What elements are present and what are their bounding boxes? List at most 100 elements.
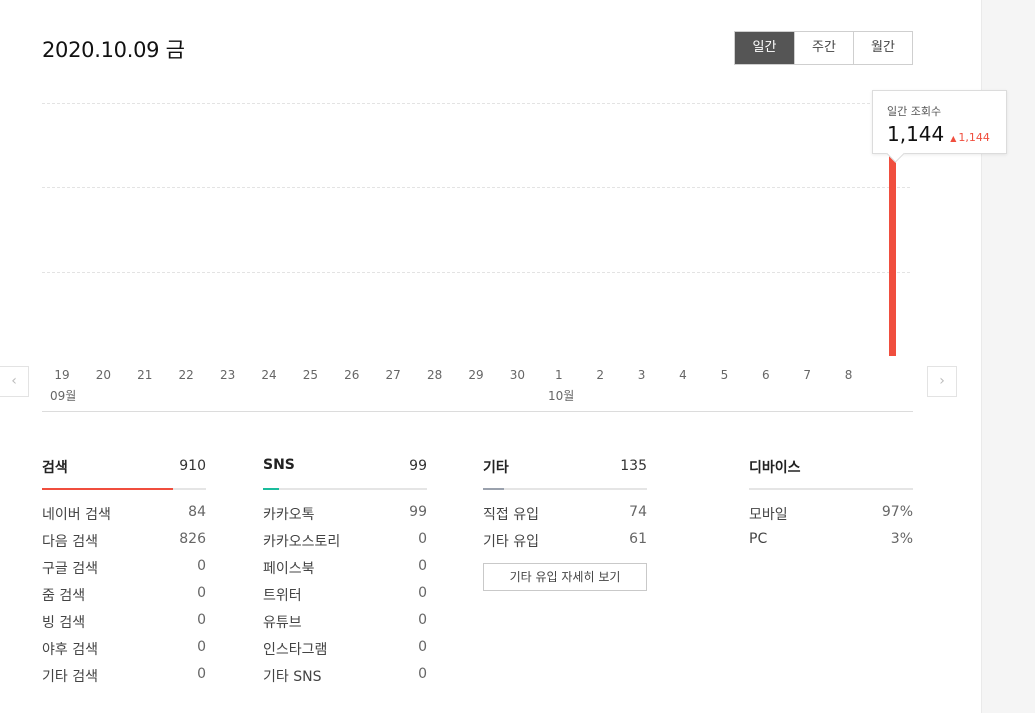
device-stats: 디바이스 모바일 97% PC 3% (749, 454, 913, 558)
list-item-value: 74 (629, 504, 647, 520)
list-item-value: 61 (629, 531, 647, 547)
list-item-value: 0 (197, 612, 206, 628)
list-item: 기타 SNS 0 (263, 666, 427, 693)
page-title: 2020.10.09 금 (42, 38, 185, 62)
list-item-label: 카카오스토리 (263, 534, 341, 550)
list-item-label: 유튜브 (263, 615, 302, 631)
list-item-label: 모바일 (749, 507, 788, 523)
x-tick-label: 6 (761, 368, 770, 382)
x-tick-label: 22 (178, 368, 194, 382)
search-title: 검색 (42, 460, 68, 476)
list-item: 카카오톡 99 (263, 504, 427, 531)
sns-title: SNS (263, 457, 295, 473)
chart-next-button[interactable]: › (927, 366, 957, 397)
list-item-value: 0 (418, 531, 427, 547)
tab-daily[interactable]: 일간 (735, 32, 794, 64)
etc-list: 직접 유입 74 기타 유입 61 (483, 504, 647, 558)
tooltip-label: 일간 조회수 (887, 105, 942, 118)
list-item-value: 0 (418, 558, 427, 574)
list-item: 네이버 검색 84 (42, 504, 206, 531)
list-item-label: 네이버 검색 (42, 507, 111, 523)
device-title: 디바이스 (749, 460, 801, 476)
list-item-label: 줌 검색 (42, 588, 86, 604)
list-item-label: 빙 검색 (42, 615, 86, 631)
list-item-value: 0 (418, 666, 427, 682)
list-item: 페이스북 0 (263, 558, 427, 585)
x-tick-label: 2 (596, 368, 604, 382)
x-tick-label: 24 (261, 368, 277, 382)
views-chart (42, 90, 910, 360)
views-tooltip: 일간 조회수 1,144 ▲ 1,144 (872, 90, 1007, 154)
x-tick-label: 21 (137, 368, 153, 382)
list-item-value: 0 (418, 612, 427, 628)
x-tick-label: 28 (426, 368, 443, 382)
x-axis-line (42, 411, 913, 412)
list-item-value: 99 (409, 504, 427, 520)
list-item: 카카오스토리 0 (263, 531, 427, 558)
x-tick-label: 4 (679, 368, 687, 382)
x-tick-label: 26 (344, 368, 360, 382)
list-item-value: 0 (418, 639, 427, 655)
list-item: 줌 검색 0 (42, 585, 206, 612)
etc-share-bar (483, 488, 505, 490)
x-tick-label: 25 (302, 368, 319, 382)
list-item: 유튜브 0 (263, 612, 427, 639)
x-tick-label: 23 (219, 368, 236, 382)
tab-weekly[interactable]: 주간 (794, 32, 853, 64)
x-tick-label: 19 (54, 368, 70, 382)
list-item-label: 다음 검색 (42, 534, 98, 550)
x-tick-label: 29 (468, 368, 484, 382)
chart-gridline (42, 187, 910, 188)
list-item-label: 기타 검색 (42, 669, 98, 685)
tooltip-delta: ▲ 1,144 (950, 131, 990, 144)
list-item: PC 3% (749, 531, 913, 558)
period-tabs: 일간 주간 월간 (734, 31, 913, 65)
list-item: 직접 유입 74 (483, 504, 647, 531)
list-item-label: PC (749, 531, 768, 547)
tab-monthly[interactable]: 월간 (853, 32, 912, 64)
list-item-label: 기타 SNS (263, 669, 322, 685)
list-item-value: 826 (179, 531, 206, 547)
sns-share-bar (263, 488, 280, 490)
list-item: 구글 검색 0 (42, 558, 206, 585)
chart-gridline (42, 272, 910, 273)
month-label-sep: 09월 (50, 389, 77, 403)
list-item-label: 인스타그램 (263, 642, 328, 658)
list-item-value: 0 (197, 585, 206, 601)
list-item-label: 트위터 (263, 588, 302, 604)
search-total: 910 (179, 458, 206, 474)
list-item: 빙 검색 0 (42, 612, 206, 639)
tooltip-delta-value: 1,144 (958, 131, 990, 144)
x-tick-label: 1 (554, 368, 563, 382)
x-tick-label: 3 (637, 368, 646, 382)
sns-stats: SNS 99 카카오톡 99 카카오스토리 0 페이스북 0 트위터 0 유튜브 0 인스타그램 0 기… (263, 454, 427, 693)
x-tick-label: 20 (95, 368, 112, 382)
search-list: 네이버 검색 84 다음 검색 826 구글 검색 0 줌 검색 0 빙 검색 0 야후 검색 0 기타… (42, 504, 206, 693)
list-item: 다음 검색 826 (42, 531, 206, 558)
tooltip-value: 1,144 (887, 122, 945, 146)
list-item-value: 97% (881, 504, 913, 520)
list-item-value: 0 (197, 666, 206, 682)
etc-detail-button[interactable]: 기타 유입 자세히 보기 (483, 563, 647, 591)
list-item-value: 84 (188, 504, 206, 520)
x-tick-label: 27 (385, 368, 401, 382)
list-item-label: 직접 유입 (483, 507, 539, 523)
list-item-label: 페이스북 (263, 561, 315, 577)
list-item: 기타 유입 61 (483, 531, 647, 558)
x-tick-label: 8 (844, 368, 853, 382)
bar-segment-0[interactable] (889, 154, 896, 356)
list-item-label: 야후 검색 (42, 642, 98, 658)
list-item: 모바일 97% (749, 504, 913, 531)
list-item: 인스타그램 0 (263, 639, 427, 666)
search-share-bar (42, 488, 174, 490)
chart-gridline (42, 103, 910, 104)
list-item-value: 3% (890, 531, 913, 547)
list-item-value: 0 (197, 639, 206, 655)
etc-stats: 기타 135 직접 유입 74 기타 유입 61 기타 유입 자세히 보기 (483, 454, 647, 591)
list-item-label: 카카오톡 (263, 507, 315, 523)
list-item: 트위터 0 (263, 585, 427, 612)
list-item-value: 0 (418, 585, 427, 601)
sns-total: 99 (409, 458, 427, 474)
chart-prev-button[interactable]: ‹ (0, 366, 29, 397)
x-tick-label: 30 (509, 368, 526, 382)
